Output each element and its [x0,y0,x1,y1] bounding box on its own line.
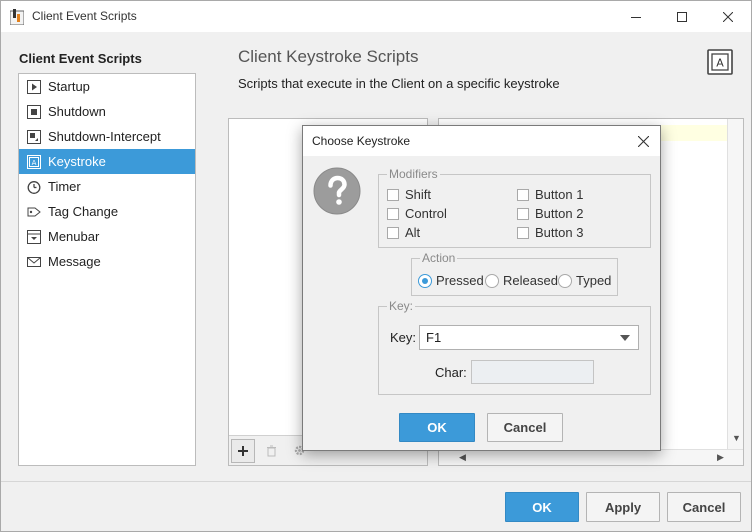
dialog-cancel-button[interactable]: Cancel [487,413,563,442]
button-1-checkbox[interactable]: Button 1 [517,187,583,202]
dialog-title-bar: Choose Keystroke [303,126,660,156]
radio-label: Released [503,273,558,288]
maximize-button[interactable] [659,1,705,32]
timer-icon [27,180,41,194]
radio-label: Typed [576,273,612,288]
checkbox-label: Button 1 [535,187,584,202]
ignition-app-icon [10,9,24,25]
checkbox-label: Button 2 [535,206,584,221]
title-bar: Client Event Scripts [1,1,751,32]
shutdown-icon [27,104,41,119]
sidebar-item-label: Keystroke [48,154,106,169]
checkbox-box [517,188,529,201]
button-3-checkbox[interactable]: Button 3 [517,225,583,240]
chevron-down-icon [620,335,630,341]
sidebar-item-label: Message [48,254,101,269]
radio-label: Pressed [436,273,484,288]
sidebar-item-label: Timer [48,179,81,194]
editor-horizontal-scrollbar[interactable]: ◀ ▶ [439,449,743,465]
sidebar-item-label: Shutdown [48,104,106,119]
sidebar-item-startup[interactable]: Startup [19,74,195,99]
message-icon [27,256,41,267]
modifiers-legend: Modifiers [389,167,438,181]
panel-title: Client Keystroke Scripts [238,47,419,66]
checkbox-label: Button 3 [535,225,584,240]
scroll-left-icon[interactable]: ◀ [459,452,466,463]
dialog-title: Choose Keystroke [312,134,411,148]
editor-vertical-scrollbar[interactable]: ▼ [727,119,743,449]
shutdown-intercept-icon [27,129,41,144]
apply-button[interactable]: Apply [586,492,660,522]
sidebar-item-shutdown[interactable]: Shutdown [19,99,195,124]
sidebar-item-menubar[interactable]: Menubar [19,224,195,249]
close-icon [723,11,733,22]
checkbox-box [517,207,529,220]
scroll-down-icon[interactable]: ▼ [732,433,741,443]
checkbox-label: Alt [405,225,421,240]
cancel-button[interactable]: Cancel [667,492,741,522]
dialog-footer: OK Apply Cancel [1,481,751,531]
dialog-close-button[interactable] [626,126,660,156]
sidebar-item-label: Menubar [48,229,100,244]
ok-button[interactable]: OK [505,492,579,522]
sidebar-item-shutdown-intercept[interactable]: Shutdown-Intercept [19,124,195,149]
checkbox-label: Control [405,206,447,221]
question-icon [313,167,361,215]
sidebar-item-label: Startup [48,79,90,94]
plus-icon [238,445,248,456]
radio-circle [485,273,499,288]
sidebar-item-timer[interactable]: Timer [19,174,195,199]
char-field[interactable] [471,360,594,384]
scroll-right-icon[interactable]: ▶ [717,452,724,463]
sidebar-item-message[interactable]: Message [19,249,195,274]
sidebar-item-label: Tag Change [48,204,119,219]
keyboard-key-icon: A [707,49,733,75]
radio-circle [418,273,432,288]
button-2-checkbox[interactable]: Button 2 [517,206,583,221]
close-window-button[interactable] [705,1,751,32]
control-checkbox[interactable]: Control [387,206,447,221]
checkbox-box [517,226,529,239]
dialog-ok-button[interactable]: OK [399,413,475,442]
maximize-icon [677,11,687,22]
close-icon [637,135,649,147]
key-dropdown[interactable]: F1 [419,325,639,350]
choose-keystroke-dialog: Choose Keystroke Modifiers Shift Control… [302,125,661,451]
trash-icon [266,445,276,456]
client-event-scripts-window: Client Event Scripts Client Event Script… [0,0,752,532]
action-legend: Action [422,251,456,265]
char-label: Char: [435,365,467,380]
startup-icon [27,79,41,94]
typed-radio[interactable]: Typed [558,273,611,288]
radio-circle [558,273,572,288]
delete-script-button[interactable] [259,439,283,463]
key-label: Key: [390,330,417,345]
sidebar-header: Client Event Scripts [19,51,142,66]
keystroke-icon: A [27,154,41,169]
menubar-icon [27,229,41,244]
key-legend: Key: [389,299,414,313]
sidebar-item-label: Shutdown-Intercept [48,129,161,144]
minimize-icon [631,16,641,18]
checkbox-box [387,188,399,201]
panel-header: Client Keystroke Scripts Scripts that ex… [211,32,751,100]
svg-text:A: A [32,159,37,167]
minimize-button[interactable] [613,1,659,32]
panel-subtitle: Scripts that execute in the Client on a … [238,76,560,91]
checkbox-label: Shift [405,187,432,202]
sidebar-item-tag-change[interactable]: Tag Change [19,199,195,224]
keyboard-key-letter: A [716,57,724,70]
shift-checkbox[interactable]: Shift [387,187,431,202]
tag-change-icon [27,207,41,216]
checkbox-box [387,207,399,220]
checkbox-box [387,226,399,239]
sidebar-item-keystroke[interactable]: A Keystroke [19,149,195,174]
released-radio[interactable]: Released [485,273,558,288]
event-type-list: Startup Shutdown Shutdown-Intercept A Ke… [18,73,196,466]
add-script-button[interactable] [231,438,255,463]
pressed-radio[interactable]: Pressed [418,273,484,288]
alt-checkbox[interactable]: Alt [387,225,420,240]
key-dropdown-value: F1 [426,330,442,345]
window-title: Client Event Scripts [32,9,137,23]
